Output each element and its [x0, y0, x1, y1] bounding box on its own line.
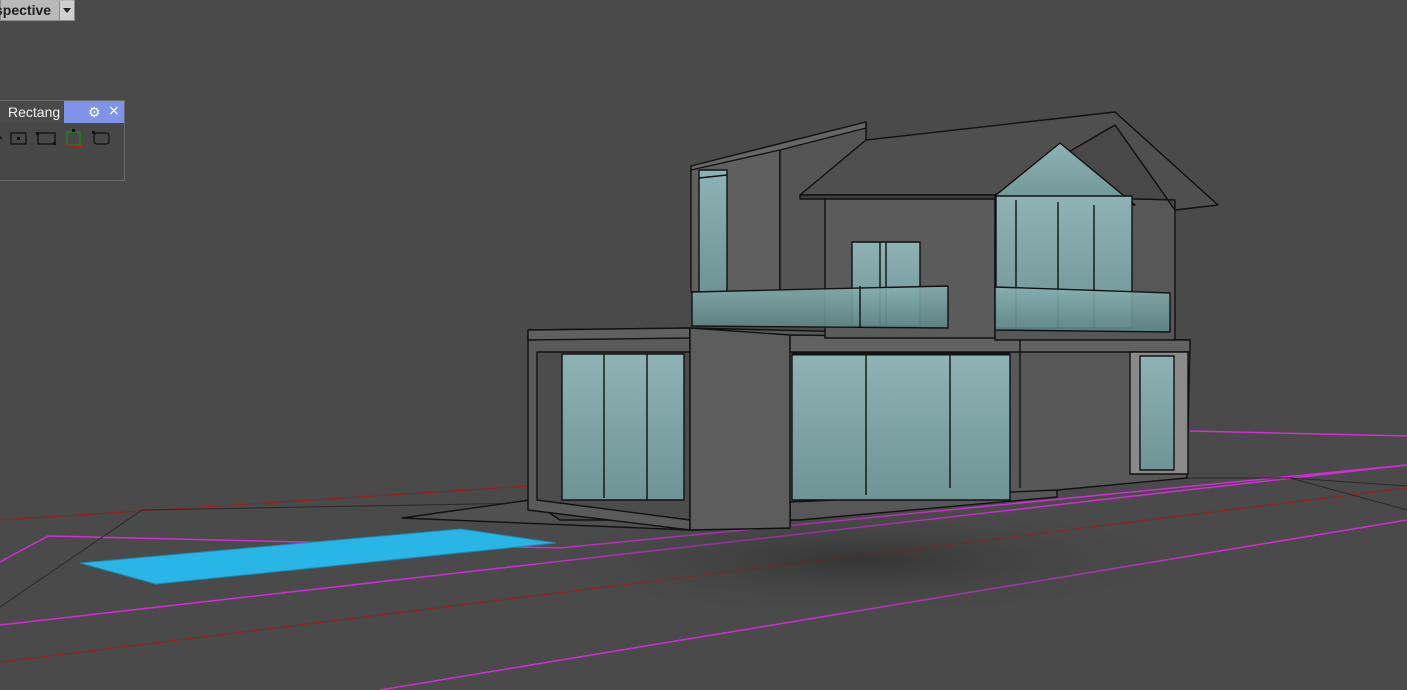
rectangle-toolbar[interactable]: Rectang ⚙ × — [0, 100, 125, 181]
viewport-menu-dropdown[interactable] — [59, 0, 75, 20]
toolbar-header[interactable]: Rectang ⚙ × — [0, 101, 124, 123]
rounded-rectangle-icon[interactable] — [92, 127, 112, 149]
perspective-viewport[interactable]: spective Rectang ⚙ × — [0, 0, 1407, 690]
viewport-title[interactable]: spective — [0, 0, 59, 20]
pool[interactable] — [79, 528, 557, 585]
rectangle-center-icon[interactable] — [36, 127, 58, 149]
viewport-title-tab[interactable]: spective — [0, 0, 76, 21]
rectangle-3pt-icon[interactable] — [0, 127, 4, 149]
scene-canvas[interactable] — [0, 0, 1407, 690]
toolbar-title: Rectang — [8, 104, 61, 120]
toolbar-icons — [0, 127, 124, 149]
balcony-railing-left — [691, 285, 949, 329]
rectangle-corner-icon[interactable] — [10, 127, 28, 149]
gear-icon[interactable]: ⚙ — [88, 103, 101, 121]
close-icon[interactable]: × — [108, 102, 120, 120]
house-model[interactable] — [401, 111, 1219, 531]
rectangle-vertical-icon[interactable] — [64, 127, 86, 149]
chevron-down-icon — [63, 7, 72, 13]
balcony-railing-right — [994, 286, 1171, 333]
